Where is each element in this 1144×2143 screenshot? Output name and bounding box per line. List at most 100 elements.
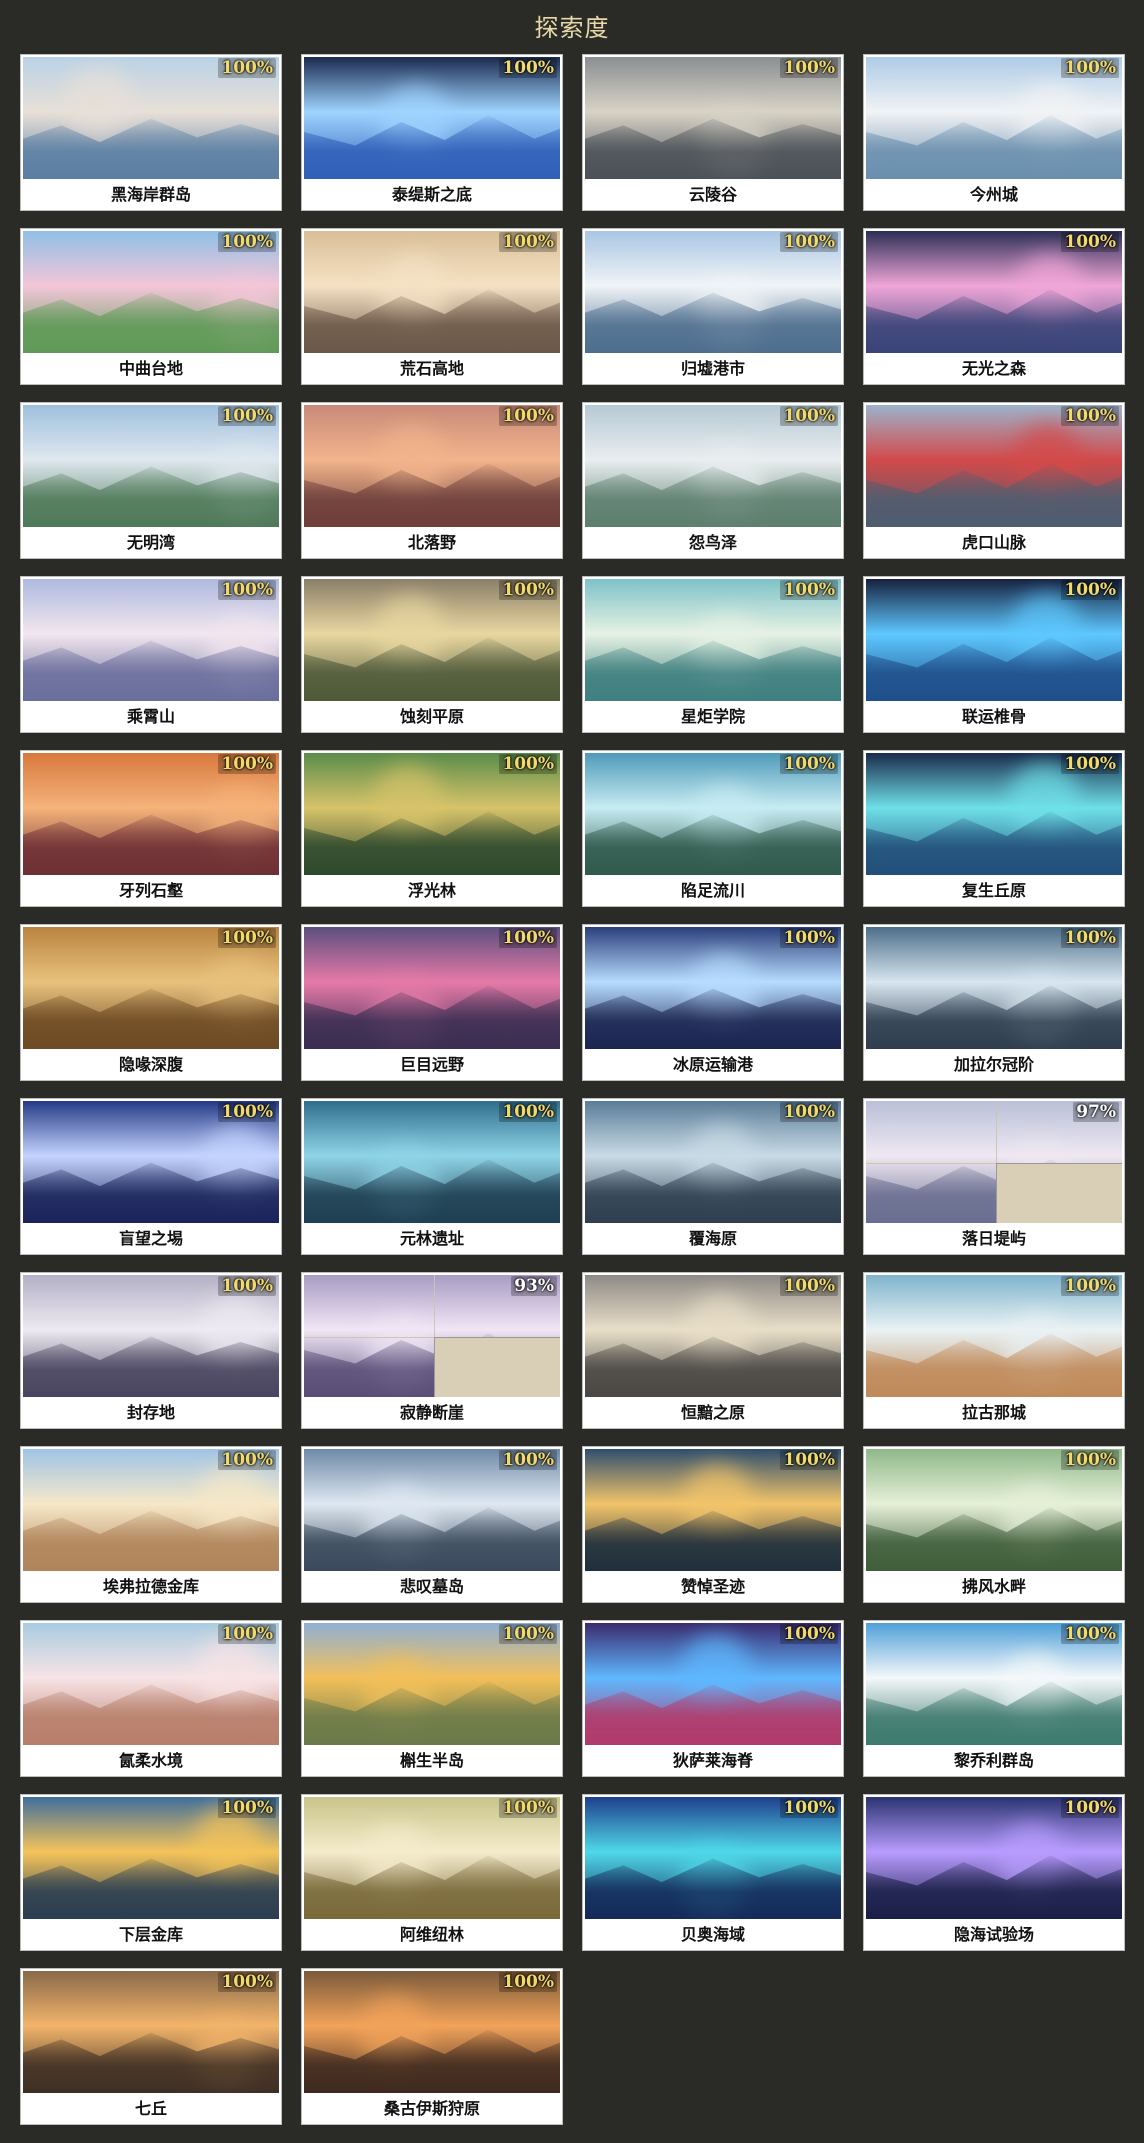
exploration-percent: 100% xyxy=(1061,1276,1119,1296)
region-card[interactable]: 100% 无明湾 xyxy=(20,402,282,559)
region-thumbnail: 100% xyxy=(585,1797,841,1919)
region-card[interactable]: 100% 怨鸟泽 xyxy=(582,402,844,559)
region-name: 覆海原 xyxy=(688,1229,737,1248)
region-card[interactable]: 100% 悲叹墓岛 xyxy=(301,1446,563,1603)
exploration-percent: 100% xyxy=(780,580,838,600)
region-card[interactable]: 100% 归墟港市 xyxy=(582,228,844,385)
exploration-percent: 100% xyxy=(218,1624,276,1644)
exploration-percent: 100% xyxy=(780,58,838,78)
region-card[interactable]: 100% 今州城 xyxy=(863,54,1125,211)
region-card[interactable]: 100% 北落野 xyxy=(301,402,563,559)
region-name: 桑古伊斯狩原 xyxy=(383,2099,480,2118)
region-card[interactable]: 100% 覆海原 xyxy=(582,1098,844,1255)
region-card[interactable]: 100% 加拉尔冠阶 xyxy=(863,924,1125,1081)
exploration-percent: 100% xyxy=(499,1102,557,1122)
region-thumbnail: 100% xyxy=(23,1101,279,1223)
region-name: 贝奥海域 xyxy=(680,1925,745,1944)
region-thumbnail: 100% xyxy=(585,1275,841,1397)
region-card[interactable]: 100% 黑海岸群岛 xyxy=(20,54,282,211)
region-card[interactable]: 100% 黎乔利群岛 xyxy=(863,1620,1125,1777)
region-card[interactable]: 100% 联运椎骨 xyxy=(863,576,1125,733)
region-name: 下层金库 xyxy=(118,1925,183,1944)
region-card[interactable]: 100% 中曲台地 xyxy=(20,228,282,385)
region-card[interactable]: 100% 桑古伊斯狩原 xyxy=(301,1968,563,2125)
region-name: 北落野 xyxy=(407,533,456,552)
region-card[interactable]: 100% 狄萨莱海脊 xyxy=(582,1620,844,1777)
exploration-percent: 100% xyxy=(780,928,838,948)
region-thumbnail: 100% xyxy=(23,1623,279,1745)
region-thumbnail: 100% xyxy=(23,1797,279,1919)
region-card[interactable]: 100% 隐海试验场 xyxy=(863,1794,1125,1951)
region-card[interactable]: 100% 拂风水畔 xyxy=(863,1446,1125,1603)
region-thumbnail: 100% xyxy=(304,753,560,875)
region-card[interactable]: 100% 复生丘原 xyxy=(863,750,1125,907)
region-card[interactable]: 100% 虎口山脉 xyxy=(863,402,1125,559)
region-name: 陷足流川 xyxy=(680,881,745,900)
region-card[interactable]: 100% 隐喙深腹 xyxy=(20,924,282,1081)
exploration-percent: 100% xyxy=(780,754,838,774)
region-card[interactable]: 100% 埃弗拉德金库 xyxy=(20,1446,282,1603)
region-card[interactable]: 97% 落日堤屿 xyxy=(863,1098,1125,1255)
exploration-percent: 100% xyxy=(1061,58,1119,78)
region-card[interactable]: 100% 云陵谷 xyxy=(582,54,844,211)
exploration-percent: 100% xyxy=(1061,580,1119,600)
region-thumbnail: 100% xyxy=(585,1449,841,1571)
region-card[interactable]: 100% 乘霄山 xyxy=(20,576,282,733)
region-card[interactable]: 100% 盲望之埸 xyxy=(20,1098,282,1255)
region-card[interactable]: 100% 氤柔水境 xyxy=(20,1620,282,1777)
region-thumbnail: 100% xyxy=(866,405,1122,527)
region-thumbnail: 100% xyxy=(585,231,841,353)
region-name: 浮光林 xyxy=(407,881,456,900)
region-name: 今州城 xyxy=(969,185,1018,204)
exploration-percent: 100% xyxy=(218,1276,276,1296)
region-card[interactable]: 93% 寂静断崖 xyxy=(301,1272,563,1429)
region-name: 无光之森 xyxy=(961,359,1026,378)
region-card[interactable]: 100% 巨目远野 xyxy=(301,924,563,1081)
exploration-percent: 100% xyxy=(218,928,276,948)
region-card[interactable]: 100% 牙列石壑 xyxy=(20,750,282,907)
region-thumbnail: 97% xyxy=(866,1101,1122,1223)
region-card[interactable]: 100% 陷足流川 xyxy=(582,750,844,907)
region-card[interactable]: 100% 阿维纽林 xyxy=(301,1794,563,1951)
region-name: 乘霄山 xyxy=(126,707,175,726)
region-thumbnail: 100% xyxy=(304,1623,560,1745)
region-card[interactable]: 100% 七丘 xyxy=(20,1968,282,2125)
exploration-percent: 97% xyxy=(1073,1102,1119,1122)
region-thumbnail: 100% xyxy=(23,405,279,527)
region-thumbnail: 100% xyxy=(23,1275,279,1397)
region-card[interactable]: 100% 冰原运输港 xyxy=(582,924,844,1081)
exploration-percent: 100% xyxy=(218,406,276,426)
unexplored-area xyxy=(996,1163,1122,1223)
region-card[interactable]: 100% 恒黯之原 xyxy=(582,1272,844,1429)
exploration-percent: 100% xyxy=(780,1798,838,1818)
region-card[interactable]: 100% 荒石高地 xyxy=(301,228,563,385)
region-card[interactable]: 100% 下层金库 xyxy=(20,1794,282,1951)
region-thumbnail: 100% xyxy=(23,231,279,353)
exploration-percent: 100% xyxy=(780,406,838,426)
region-name: 封存地 xyxy=(126,1403,175,1422)
region-card[interactable]: 100% 浮光林 xyxy=(301,750,563,907)
region-card[interactable]: 100% 赞悼圣迹 xyxy=(582,1446,844,1603)
region-name: 盲望之埸 xyxy=(118,1229,183,1248)
region-thumbnail: 100% xyxy=(23,1971,279,2093)
region-card[interactable]: 100% 槲生半岛 xyxy=(301,1620,563,1777)
region-name: 归墟港市 xyxy=(680,359,745,378)
region-name: 寂静断崖 xyxy=(399,1403,464,1422)
region-card[interactable]: 100% 封存地 xyxy=(20,1272,282,1429)
region-card[interactable]: 100% 泰缇斯之底 xyxy=(301,54,563,211)
exploration-percent: 100% xyxy=(218,1972,276,1992)
region-card[interactable]: 100% 贝奥海域 xyxy=(582,1794,844,1951)
region-grid: 100% 黑海岸群岛 100% 泰缇斯之底 100% 云陵谷 100% 今州城 100% 中曲台地… xyxy=(0,0,1144,2143)
exploration-percent: 100% xyxy=(218,58,276,78)
region-card[interactable]: 100% 无光之森 xyxy=(863,228,1125,385)
exploration-percent: 100% xyxy=(499,232,557,252)
region-thumbnail: 100% xyxy=(304,231,560,353)
region-name: 怨鸟泽 xyxy=(688,533,737,552)
exploration-percent: 100% xyxy=(499,1624,557,1644)
region-name: 中曲台地 xyxy=(118,359,183,378)
region-card[interactable]: 100% 元林遗址 xyxy=(301,1098,563,1255)
region-card[interactable]: 100% 星炬学院 xyxy=(582,576,844,733)
region-card[interactable]: 100% 蚀刻平原 xyxy=(301,576,563,733)
region-thumbnail: 100% xyxy=(304,405,560,527)
region-card[interactable]: 100% 拉古那城 xyxy=(863,1272,1125,1429)
